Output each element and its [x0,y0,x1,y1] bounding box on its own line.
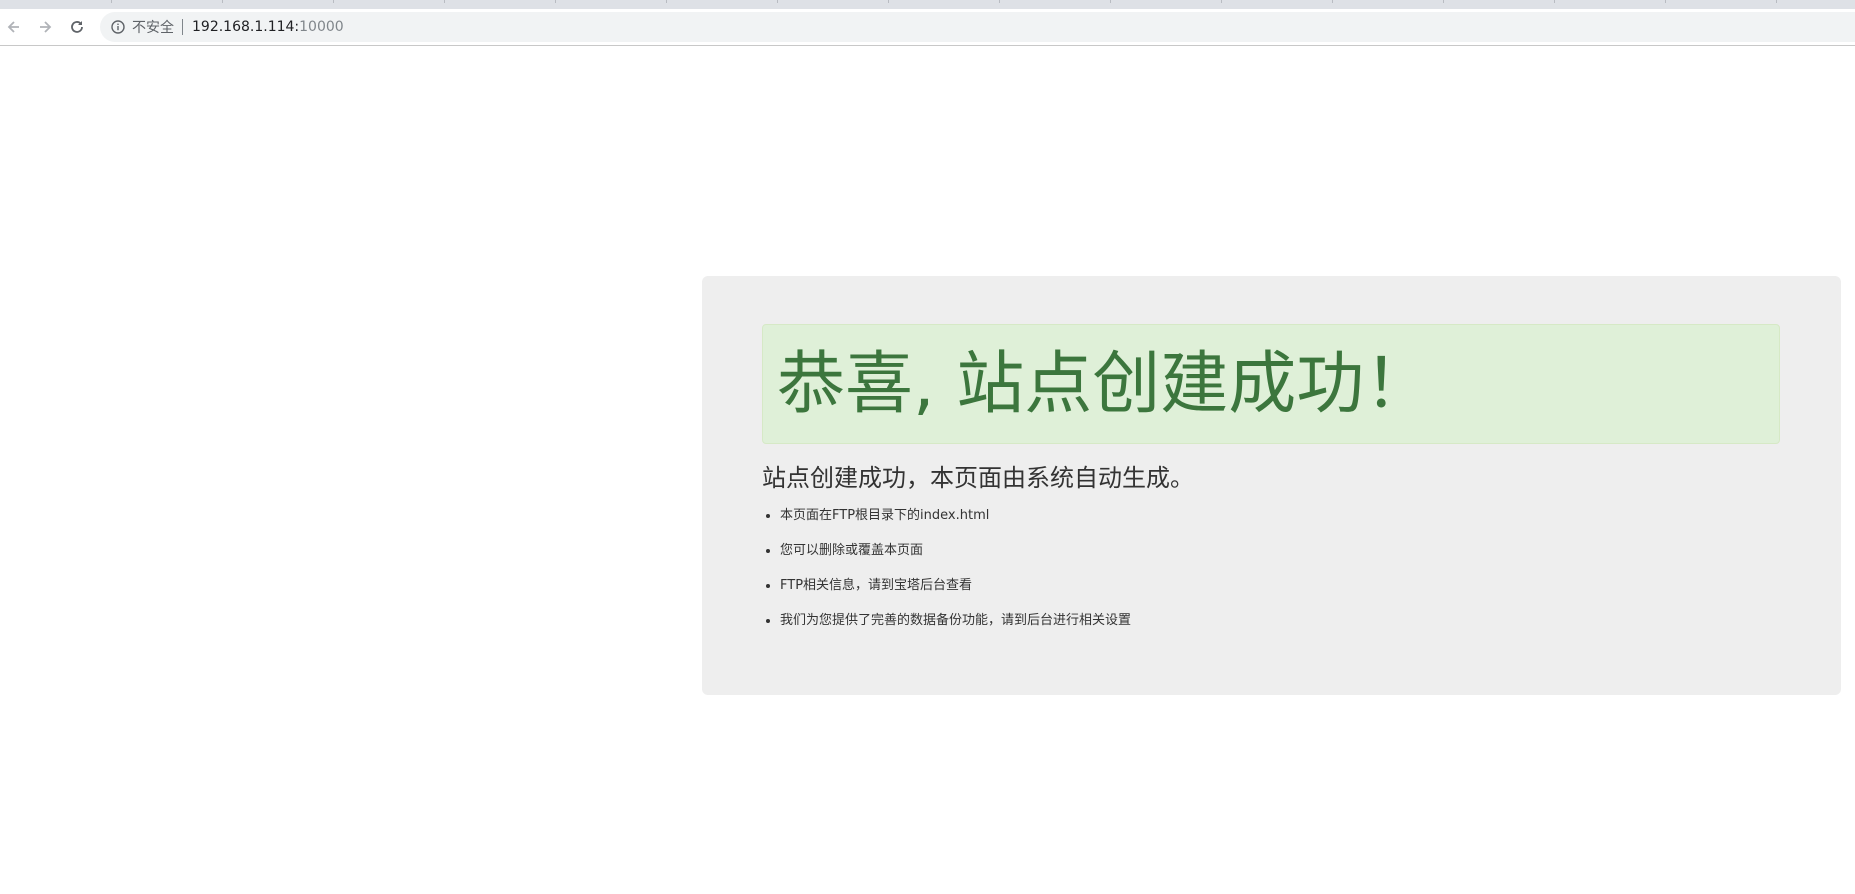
address-bar[interactable]: 不安全 192.168.1.114:10000 [100,12,1855,42]
tab-separator [222,0,223,3]
tab-separator [1221,0,1222,3]
tab-separator [111,0,112,3]
success-heading: 恭喜, 站点创建成功！ [777,345,1433,424]
tab-separator [1554,0,1555,3]
content-panel: 恭喜, 站点创建成功！ 站点创建成功，本页面由系统自动生成。 本页面在FTP根目… [702,276,1841,695]
info-circle-icon[interactable] [110,19,126,35]
tab-separator [888,0,889,3]
back-button[interactable] [2,15,26,39]
reload-button[interactable] [65,15,89,39]
tab-separator [1110,0,1111,3]
tab-separator [333,0,334,3]
tab-separator [555,0,556,3]
security-indicator[interactable]: 不安全 [132,17,174,37]
list-item: 您可以删除或覆盖本页面 [780,542,1131,577]
omnibox-divider [182,19,183,35]
forward-button[interactable] [33,15,57,39]
tab-separator [777,0,778,3]
tab-separator [1332,0,1333,3]
arrow-left-icon [7,21,19,33]
info-list: 本页面在FTP根目录下的index.html 您可以删除或覆盖本页面 FTP相关… [762,507,1131,647]
tab-separator [1665,0,1666,3]
list-item: 本页面在FTP根目录下的index.html [780,507,1131,542]
arrow-right-icon [40,21,52,33]
tab-separator [444,0,445,3]
url-port: 10000 [299,19,344,35]
url-host: 192.168.1.114: [192,19,300,35]
list-item: FTP相关信息，请到宝塔后台查看 [780,577,1131,612]
reload-icon [71,21,83,33]
success-alert: 恭喜, 站点创建成功！ [762,324,1780,444]
browser-toolbar: 不安全 192.168.1.114:10000 [0,9,1855,46]
lead-text: 站点创建成功，本页面由系统自动生成。 [762,464,1194,492]
tab-separator [666,0,667,3]
tab-separator [1776,0,1777,3]
tab-separator [1443,0,1444,3]
list-item: 我们为您提供了完善的数据备份功能，请到后台进行相关设置 [780,612,1131,647]
url-text[interactable]: 192.168.1.114:10000 [192,19,344,35]
tab-separator [999,0,1000,3]
tab-strip [0,0,1855,9]
